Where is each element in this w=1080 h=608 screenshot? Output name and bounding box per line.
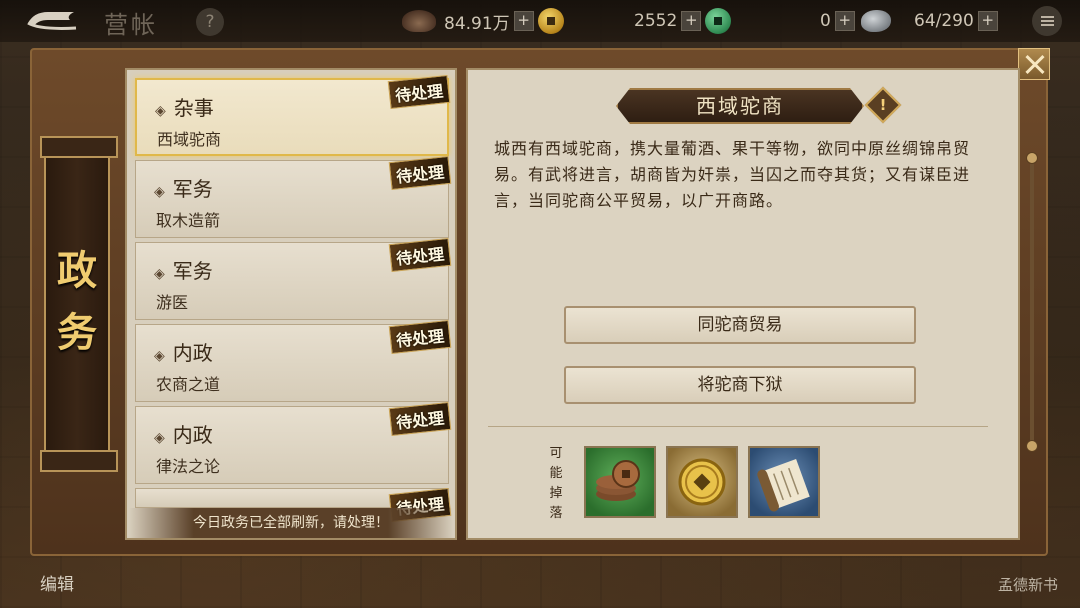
pending-tag: 待处理 bbox=[387, 74, 451, 110]
possible-drops-label: 可能掉落 bbox=[549, 446, 563, 521]
capacity-value: 64/290 bbox=[914, 11, 974, 31]
affair-detail: 西域驼商 ! 城西有西域驼商，携大量葡酒、果干等物，欲同中原丝绸锦帛贸易。有武将… bbox=[466, 68, 1020, 540]
copper-coins-icon[interactable] bbox=[584, 446, 656, 518]
back-arrow-icon[interactable] bbox=[24, 8, 80, 34]
divider bbox=[488, 426, 988, 427]
affair-name: 农商之道 bbox=[156, 375, 221, 394]
affair-item[interactable]: 内政 农商之道 待处理 bbox=[135, 319, 452, 402]
alert-label: ! bbox=[879, 96, 887, 114]
scroll-rail bbox=[1030, 156, 1034, 450]
page-title: 营帐 bbox=[104, 11, 158, 39]
pending-tag: 待处理 bbox=[388, 401, 452, 437]
affair-category: 内政 bbox=[154, 337, 213, 366]
add-stone-button[interactable]: + bbox=[834, 11, 855, 31]
trade-with-merchants-button[interactable]: 同驼商贸易 bbox=[564, 306, 916, 344]
top-bar: 营帐 ? 84.91万 + 2552 + 0 + 64/290 + bbox=[0, 0, 1080, 42]
detail-title-plate: 西域驼商 bbox=[616, 88, 864, 124]
stone-resource: 0 + bbox=[820, 8, 891, 34]
pending-tag: 待处理 bbox=[388, 237, 452, 273]
window-title: 政务 bbox=[57, 247, 97, 356]
add-ingot-button[interactable]: + bbox=[513, 11, 534, 31]
jade-coin-icon bbox=[705, 8, 732, 34]
close-icon[interactable] bbox=[1018, 48, 1050, 80]
affair-description: 城西有西域驼商，携大量葡酒、果干等物，欲同中原丝绸锦帛贸易。有武将进言，胡商皆为… bbox=[494, 139, 971, 210]
menu-icon[interactable] bbox=[1032, 6, 1062, 36]
affair-category: 军务 bbox=[154, 255, 213, 284]
pending-tag: 待处理 bbox=[388, 319, 452, 355]
rail-knob-top bbox=[1026, 152, 1038, 164]
affair-item[interactable]: 军务 游医 待处理 bbox=[135, 237, 452, 320]
gold-coin-icon bbox=[537, 8, 564, 34]
affair-name: 西域驼商 bbox=[157, 130, 222, 149]
add-capacity-button[interactable]: + bbox=[977, 11, 998, 31]
affairs-list[interactable]: 杂事 西域驼商 待处理 军务 取木造箭 待处理 军务 游医 待处理 内政 农商之… bbox=[125, 68, 457, 540]
jade-value: 2552 bbox=[634, 11, 678, 31]
stone-value: 0 bbox=[820, 11, 831, 31]
capacity-resource: 64/290 + bbox=[914, 8, 998, 34]
stone-icon bbox=[860, 10, 891, 32]
affair-item[interactable]: 内政 律法之论 待处理 bbox=[135, 401, 452, 484]
affair-name: 取木造箭 bbox=[156, 211, 221, 230]
imprison-merchants-button[interactable]: 将驼商下狱 bbox=[564, 366, 916, 404]
affair-category: 内政 bbox=[154, 419, 213, 448]
ingot-value: 84.91万 bbox=[444, 13, 510, 34]
side-banner: 政务 bbox=[40, 136, 118, 472]
rail-knob-bottom bbox=[1026, 440, 1038, 452]
detail-title: 西域驼商 bbox=[696, 94, 784, 118]
ingot-resource: 84.91万 + bbox=[402, 8, 564, 34]
help-icon[interactable]: ? bbox=[196, 8, 224, 36]
edit-button[interactable]: 编辑 bbox=[40, 570, 74, 595]
add-jade-button[interactable]: + bbox=[681, 11, 702, 31]
ingot-icon bbox=[402, 10, 436, 32]
affair-item[interactable]: 军务 取木造箭 待处理 bbox=[135, 155, 452, 238]
affair-name: 律法之论 bbox=[156, 457, 221, 476]
affair-item[interactable]: 杂事 西域驼商 待处理 bbox=[135, 74, 451, 156]
alert-icon[interactable]: ! bbox=[864, 86, 902, 124]
affair-category: 军务 bbox=[154, 173, 213, 202]
book-label[interactable]: 孟德新书 bbox=[998, 574, 1058, 595]
scroll-icon[interactable] bbox=[748, 446, 820, 518]
pending-tag: 待处理 bbox=[388, 155, 452, 191]
affair-category: 杂事 bbox=[155, 92, 214, 121]
gold-coin-icon[interactable] bbox=[666, 446, 738, 518]
jade-resource: 2552 + bbox=[634, 8, 732, 34]
affair-name: 游医 bbox=[156, 293, 189, 312]
affair-item-partial[interactable]: 待处理 bbox=[135, 487, 452, 523]
refresh-notice: 今日政务已全部刷新，请处理！ bbox=[129, 508, 453, 538]
